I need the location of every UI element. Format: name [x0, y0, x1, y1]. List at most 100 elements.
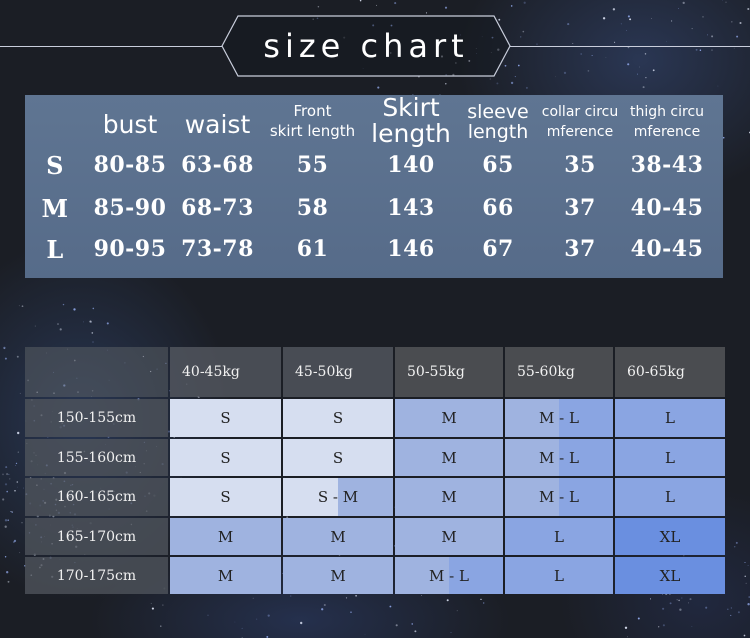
star: [744, 562, 746, 563]
star: [267, 614, 270, 617]
star: [722, 136, 725, 139]
weight-header: 60-65kg: [615, 347, 725, 397]
star: [19, 392, 21, 394]
header-line: Skirt: [382, 93, 440, 122]
header-line: bust: [102, 110, 158, 139]
star: [7, 580, 10, 583]
measure-value: 67: [482, 236, 514, 262]
star: [736, 35, 739, 38]
star: [91, 332, 94, 334]
star: [563, 71, 567, 75]
size-cell: M: [170, 557, 281, 594]
star: [627, 63, 630, 66]
guide-corner: [25, 347, 168, 397]
star: [2, 498, 5, 501]
star: [16, 481, 19, 483]
star: [731, 21, 733, 23]
size-cell: S - M: [283, 478, 393, 516]
star: [688, 602, 689, 604]
star: [23, 487, 24, 489]
star: [15, 462, 18, 465]
star: [207, 614, 209, 616]
star: [536, 43, 538, 45]
star: [525, 86, 528, 89]
size-cell: M: [395, 399, 503, 437]
size-cell: M: [170, 518, 281, 555]
star: [605, 57, 607, 58]
star: [395, 624, 398, 627]
star: [666, 41, 667, 43]
star: [496, 82, 499, 85]
measure-value: 68-73: [181, 195, 254, 221]
star: [377, 86, 380, 89]
star: [747, 7, 750, 11]
size-cell: M - L: [505, 399, 613, 437]
star: [321, 608, 324, 611]
height-label: 160-165cm: [25, 478, 168, 516]
star: [689, 598, 692, 601]
star: [317, 6, 320, 8]
star: [480, 598, 482, 601]
star: [160, 625, 162, 627]
star: [62, 303, 65, 306]
size-cell: L: [505, 557, 613, 594]
weight-header: 50-55kg: [395, 347, 503, 397]
star: [678, 8, 679, 9]
measure-value: 140: [387, 152, 435, 178]
star: [591, 55, 593, 57]
star: [747, 565, 749, 567]
star: [614, 41, 616, 43]
star: [489, 78, 491, 80]
size-cell: M: [395, 518, 503, 555]
star: [662, 607, 665, 610]
size-label: L: [46, 234, 64, 264]
measure-header-waist: waist: [175, 105, 260, 145]
star: [73, 308, 76, 311]
star: [725, 1, 727, 3]
star: [678, 599, 680, 602]
header-line: length: [371, 119, 451, 148]
measure-header-sleeve-length: sleeve length: [457, 99, 539, 145]
star: [745, 582, 747, 585]
star: [345, 597, 348, 599]
star: [691, 626, 693, 627]
star: [252, 597, 254, 599]
height-label: 165-170cm: [25, 518, 168, 555]
star: [444, 6, 448, 9]
star: [730, 614, 732, 616]
star: [711, 49, 713, 51]
size-cell: L: [615, 439, 725, 476]
star: [394, 2, 397, 5]
star: [612, 8, 616, 11]
star: [510, 81, 514, 85]
header-line: mference: [546, 124, 614, 140]
star: [376, 4, 378, 6]
size-cell: XL: [615, 557, 725, 594]
star: [355, 594, 357, 597]
star: [4, 483, 8, 486]
star: [21, 522, 23, 524]
star: [289, 595, 292, 597]
star: [676, 599, 678, 601]
measure-value: 38-43: [630, 152, 704, 178]
star: [2, 473, 4, 476]
star: [730, 607, 733, 609]
header-line: mference: [633, 124, 701, 140]
star: [717, 85, 719, 87]
measure-value: 80-85: [93, 152, 167, 178]
star: [17, 451, 19, 453]
star: [414, 630, 417, 633]
star: [727, 608, 729, 611]
star: [7, 519, 9, 521]
measure-value: 40-45: [630, 236, 704, 262]
weight-header: 45-50kg: [283, 347, 393, 397]
star: [59, 328, 62, 331]
star: [739, 21, 742, 25]
star: [510, 5, 513, 7]
star: [300, 621, 303, 625]
measure-value: 61: [296, 236, 329, 262]
star: [702, 16, 704, 18]
star: [737, 611, 740, 614]
star: [649, 598, 652, 600]
height-label: 170-175cm: [25, 557, 168, 594]
